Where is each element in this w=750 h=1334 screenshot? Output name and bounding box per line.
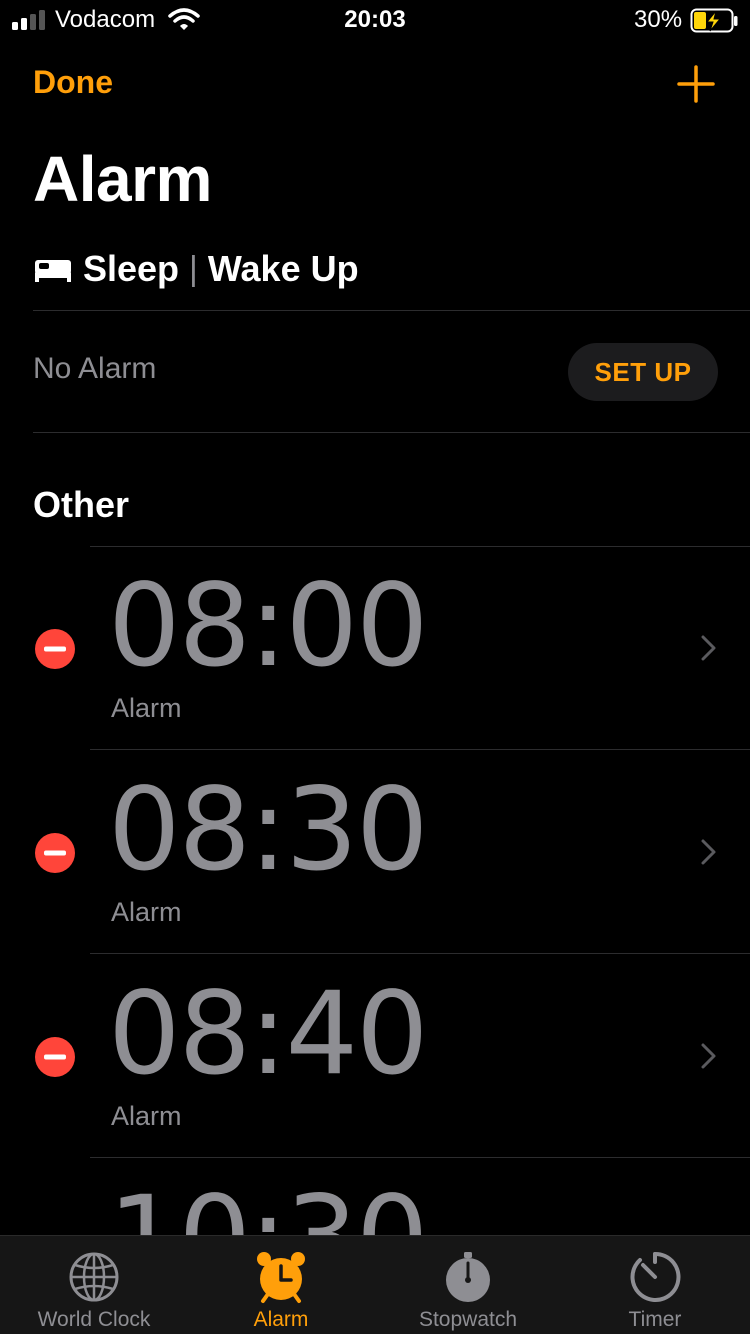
add-alarm-icon[interactable] [676,64,716,104]
alarm-time: 08:30 [108,763,429,896]
sleep-label: Sleep [83,248,180,289]
alarm-row[interactable]: 08:30 Alarm [0,751,750,955]
tab-label: Stopwatch [418,1308,518,1331]
alarm-row[interactable]: 08:40 Alarm [0,955,750,1159]
alarm-screen: Vodacom 20:03 30% Done Alarm Sleep | Wak… [0,0,750,1334]
tab-timer[interactable]: Timer [580,1236,730,1334]
delete-minus-icon[interactable] [35,833,75,873]
divider [90,953,750,954]
alarm-time: 08:40 [108,967,429,1100]
battery-charging-icon [690,8,738,33]
delete-minus-icon[interactable] [35,1037,75,1077]
stopwatch-icon [446,1252,490,1302]
alarm-label: Alarm [111,897,182,927]
timer-icon [630,1251,681,1302]
setup-button[interactable]: SET UP [568,343,718,401]
divider [90,749,750,750]
divider [33,432,750,433]
other-section-title: Other [33,484,130,525]
alarm-clock-icon [257,1252,305,1303]
chevron-right-icon [701,1043,716,1069]
status-bar: Vodacom 20:03 30% [0,0,750,40]
tab-label: Alarm [253,1308,309,1331]
sleep-wake-header: Sleep | Wake Up [33,248,359,290]
divider [90,1157,750,1158]
battery-percentage: 30% [634,6,683,33]
delete-minus-icon[interactable] [35,629,75,669]
alarm-row[interactable]: 08:00 Alarm [0,547,750,751]
no-alarm-text: No Alarm [33,352,157,385]
sleep-separator: | [189,249,198,288]
tab-world-clock[interactable]: World Clock [19,1236,169,1334]
tab-stopwatch[interactable]: Stopwatch [393,1236,543,1334]
globe-icon [69,1252,119,1302]
alarm-time: 08:00 [108,559,429,692]
alarm-label: Alarm [111,1101,182,1131]
tab-bar: World Clock Alarm Stopwatch Timer [0,1235,750,1334]
done-button[interactable]: Done [33,64,113,101]
chevron-right-icon [701,635,716,661]
alarm-label: Alarm [111,693,182,723]
tab-alarm[interactable]: Alarm [206,1236,356,1334]
tab-label: World Clock [37,1308,151,1331]
bed-icon [35,260,71,282]
divider [33,310,750,311]
chevron-right-icon [701,839,716,865]
wake-up-label: Wake Up [207,248,359,289]
page-title: Alarm [33,143,212,215]
tab-label: Timer [628,1308,682,1331]
